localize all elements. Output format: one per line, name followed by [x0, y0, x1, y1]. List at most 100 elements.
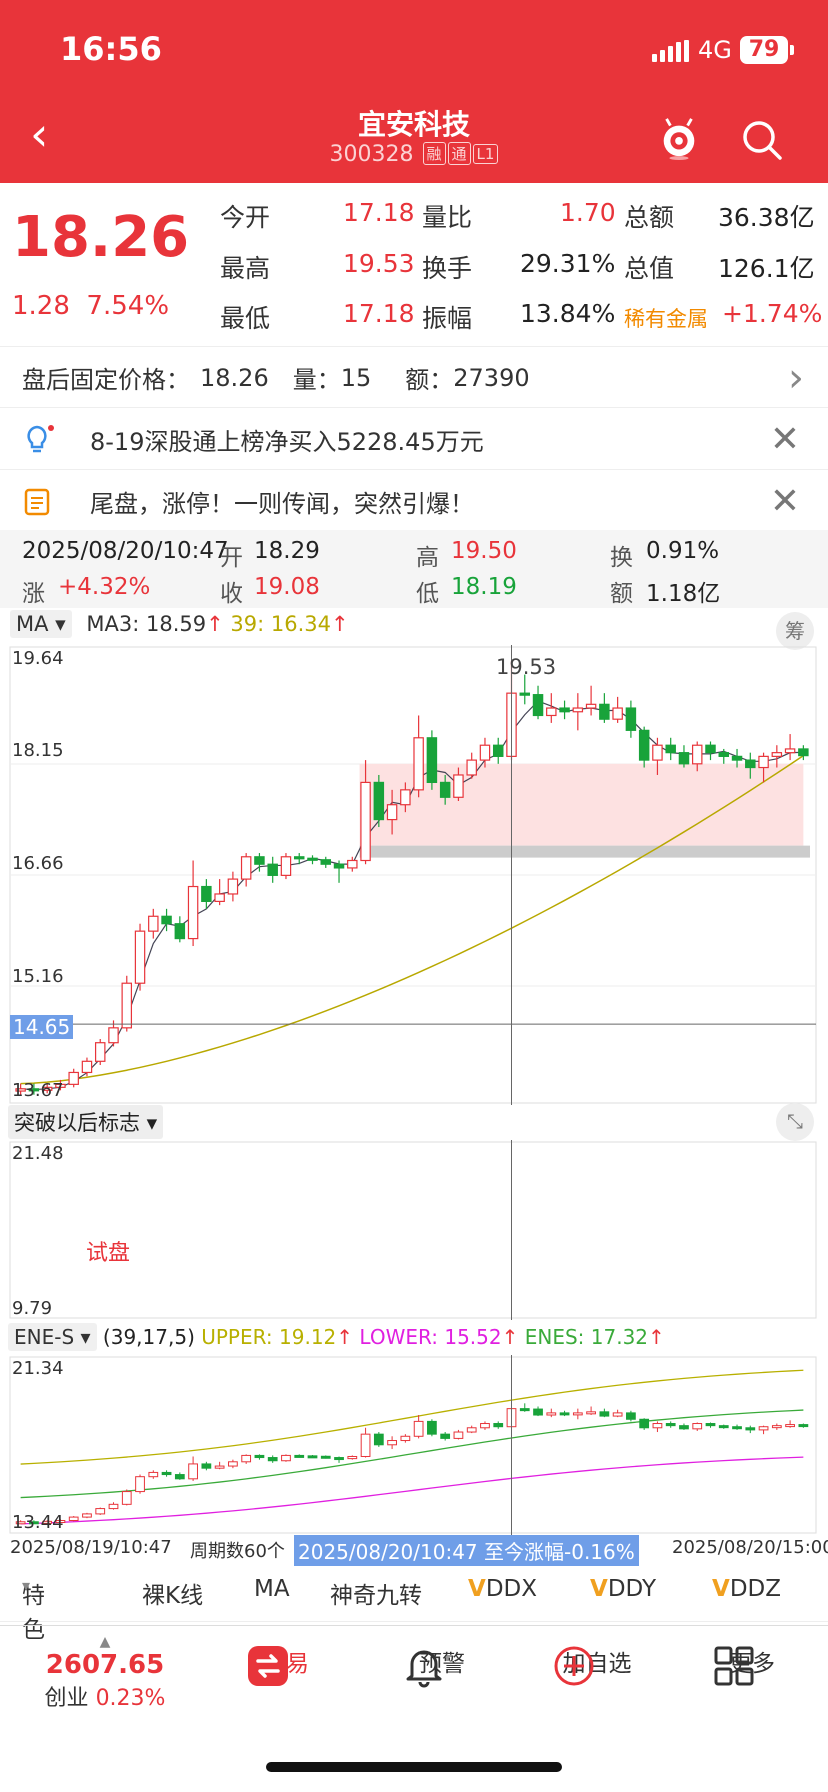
- ene-selector[interactable]: ENE-S ▾: [8, 1323, 97, 1351]
- candle-body: [387, 1440, 397, 1446]
- candle-body: [241, 1454, 252, 1463]
- candle-body: [413, 737, 424, 791]
- amplitude-value: 13.84%: [520, 299, 616, 328]
- chart-frame: [9, 1141, 817, 1319]
- indicator-tabs: 特色 ▾ 裸K线 MA 神奇九转 V DDX V DDY V DDZ: [0, 1562, 828, 1643]
- ene-candle: [758, 1425, 769, 1435]
- nav-trade[interactable]: 交易: [246, 1644, 326, 1686]
- candle-body: [281, 1454, 291, 1462]
- candle-body: [705, 744, 716, 754]
- candle: [599, 693, 610, 723]
- robot-assistant-icon[interactable]: [658, 116, 700, 160]
- tab-bare-k[interactable]: 裸K线: [142, 1576, 203, 1610]
- after-hours-row[interactable]: 盘后固定价格： 18.26 量： 15 额： 27390 ›: [0, 348, 828, 408]
- sector-pct[interactable]: +1.74%: [722, 299, 822, 328]
- ene-candle: [639, 1418, 650, 1430]
- candle: [625, 700, 637, 738]
- indicator1-chart[interactable]: [0, 1140, 828, 1320]
- ene-candle: [228, 1459, 238, 1469]
- expand-icon[interactable]: ⤡: [776, 1103, 814, 1141]
- ene-candle: [679, 1423, 689, 1430]
- kline-chg: +4.32%: [58, 574, 151, 600]
- candle-body: [798, 748, 809, 757]
- candle: [214, 879, 225, 906]
- close-icon[interactable]: ✕: [770, 419, 800, 460]
- candle-body: [533, 1408, 543, 1416]
- trade-icon: [248, 1646, 288, 1686]
- turnover-value: 29.31%: [520, 249, 616, 278]
- nav-more[interactable]: 更多: [712, 1644, 792, 1686]
- candle-body: [267, 1457, 278, 1462]
- ene-candle: [440, 1432, 451, 1441]
- ene-chart[interactable]: [0, 1355, 828, 1535]
- candlestick-chart[interactable]: [0, 645, 828, 1105]
- kline-chg-label: 涨: [22, 581, 45, 607]
- battery-icon: 79: [740, 36, 794, 64]
- candle: [492, 737, 504, 764]
- tab-ddy[interactable]: V DDY: [590, 1576, 656, 1602]
- kline-amt-label: 额: [610, 581, 633, 607]
- close-icon[interactable]: ✕: [770, 481, 800, 522]
- candle-body: [307, 857, 318, 861]
- candle: [532, 685, 544, 720]
- candle-body: [121, 982, 133, 1029]
- candle-body: [559, 707, 570, 713]
- ene-candle: [161, 1470, 172, 1477]
- candle: [94, 1038, 106, 1066]
- indicator1-selector[interactable]: 突破以后标志 ▾: [8, 1105, 164, 1139]
- tab-td9[interactable]: 神奇九转: [330, 1576, 422, 1610]
- candle-body: [347, 1455, 358, 1460]
- candle-body: [453, 1431, 464, 1439]
- candle-body: [400, 789, 411, 806]
- candle-body: [771, 1425, 782, 1429]
- index-widget[interactable]: ▲ 2607.65 创业 0.23%: [40, 1634, 170, 1712]
- tab-ma[interactable]: MA: [254, 1576, 290, 1602]
- notice-row-2[interactable]: 尾盘，涨停！一则传闻，突然引爆！ ✕: [0, 472, 828, 532]
- kline-info-panel: 2025/08/20/10:47 开 18.29 高 19.50 换 0.91%…: [0, 530, 828, 608]
- nav-alert[interactable]: 预警: [402, 1644, 482, 1688]
- ene-candle: [652, 1421, 663, 1433]
- candle: [134, 923, 146, 991]
- candle: [546, 693, 557, 723]
- ene-candle: [400, 1434, 411, 1443]
- ma-selector[interactable]: MA ▾: [10, 610, 72, 638]
- candle-body: [360, 1433, 371, 1457]
- bell-icon: [406, 1650, 442, 1688]
- up-arrow-icon: ↑: [331, 612, 349, 636]
- candle: [347, 856, 358, 872]
- tab-ddx[interactable]: V DDX: [468, 1576, 537, 1602]
- candle-body: [652, 1423, 663, 1429]
- ene-candle: [294, 1454, 305, 1458]
- candle-body: [559, 1412, 570, 1416]
- high-value: 19.53: [343, 249, 415, 278]
- nav-add[interactable]: 加自选: [552, 1644, 642, 1686]
- ene-candle: [466, 1425, 477, 1434]
- candle: [148, 908, 159, 939]
- notice-row-1[interactable]: 8-19深股通上榜净买入5228.45万元 ✕: [0, 410, 828, 470]
- after-hours-vol: 15: [340, 363, 372, 392]
- candle-body: [572, 1412, 583, 1416]
- candle-body: [94, 1042, 106, 1062]
- ma-bar: MA ▾ MA3: 18.59↑ 39: 16.34↑: [10, 610, 349, 638]
- stock-name: 宜安科技: [357, 108, 470, 141]
- candle-body: [784, 748, 796, 754]
- candle: [612, 696, 623, 723]
- ene-candle: [732, 1424, 742, 1430]
- candle-body: [201, 1463, 212, 1469]
- tab-ddz[interactable]: V DDZ: [712, 1576, 781, 1602]
- candle-body: [280, 856, 292, 876]
- ene-candle: [347, 1455, 358, 1460]
- status-time: 16:56: [60, 30, 162, 68]
- candle-body: [691, 744, 703, 765]
- candle-body: [228, 1461, 238, 1467]
- ene-candle: [692, 1422, 703, 1431]
- candle-body: [108, 1503, 119, 1510]
- ma-selector-label: MA: [16, 612, 49, 636]
- ene-candle: [387, 1436, 397, 1450]
- ene-candle: [493, 1421, 504, 1429]
- sector-label[interactable]: 稀有金属: [624, 303, 708, 333]
- candle-body: [174, 1474, 185, 1480]
- search-icon[interactable]: [740, 118, 784, 162]
- indicator1-label: 突破以后标志: [14, 1111, 140, 1135]
- ene-candle: [480, 1421, 490, 1430]
